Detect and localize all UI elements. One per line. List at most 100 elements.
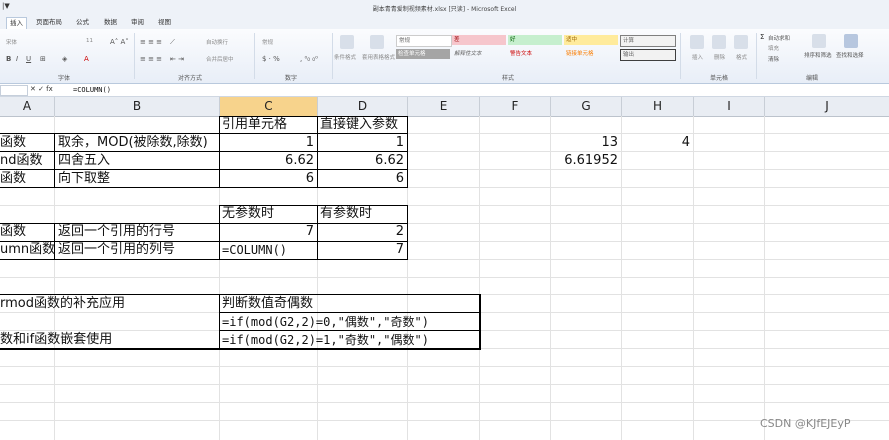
column-header-h[interactable]: H	[622, 97, 694, 117]
conditional-format-icon[interactable]	[340, 35, 354, 49]
cell-d2[interactable]: 1	[318, 134, 404, 152]
tab-data[interactable]: 数据	[104, 17, 117, 28]
style-good[interactable]: 好	[508, 35, 562, 45]
fill-button[interactable]: 填充	[768, 44, 779, 52]
wrap-text-button[interactable]: 自动换行	[206, 38, 228, 46]
cell-c4[interactable]: 6	[220, 170, 314, 188]
cell-b2[interactable]: 取余，MOD(被除数,除数)	[58, 134, 208, 152]
cell-a3[interactable]: nd函数	[0, 152, 43, 170]
column-header-f[interactable]: F	[480, 97, 551, 117]
style-explanatory[interactable]: 解释性文本	[452, 49, 506, 59]
cell-a12[interactable]: 数和if函数嵌套使用	[0, 331, 112, 349]
autosum-button[interactable]: 自动求和	[768, 34, 790, 42]
cell-c1[interactable]: 引用单元格	[222, 116, 287, 134]
cell-c3[interactable]: 6.62	[220, 152, 314, 170]
format-cells-icon[interactable]	[734, 35, 748, 49]
name-box[interactable]	[0, 85, 28, 96]
group-styles-label: 样式	[502, 75, 515, 82]
cell-c10[interactable]: 判断数值奇偶数	[222, 295, 313, 313]
border-icon[interactable]: ⊞	[40, 55, 46, 63]
cell-c11[interactable]: =if(mod(G2,2)=0,"偶数","奇数")	[222, 313, 429, 331]
style-neutral[interactable]: 适中	[564, 35, 618, 45]
italic-icon[interactable]: I	[16, 55, 18, 63]
delete-cells-icon[interactable]	[712, 35, 726, 49]
column-header-i[interactable]: I	[694, 97, 765, 117]
currency-icon[interactable]: $ · %	[262, 55, 280, 63]
cell-b3[interactable]: 四舍五入	[58, 152, 110, 170]
cell-d3[interactable]: 6.62	[318, 152, 404, 170]
grow-font-icon[interactable]: A˄ A˅	[110, 38, 129, 46]
ribbon-separator	[134, 33, 135, 79]
number-format-box[interactable]: 常规	[262, 38, 273, 46]
table-format-button[interactable]: 套用表格格式	[362, 53, 395, 61]
align-left-icon[interactable]: ≡ ≡ ≡	[140, 55, 162, 63]
cell-h2[interactable]: 4	[622, 134, 690, 152]
tab-page-layout[interactable]: 页面布局	[36, 17, 62, 28]
font-name-box[interactable]: 宋体	[6, 38, 17, 46]
cell-d7[interactable]: 2	[318, 223, 404, 241]
cell-a10[interactable]: rmod函数的补充应用	[0, 295, 125, 313]
style-warning[interactable]: 警告文本	[508, 49, 562, 59]
insert-cells-icon[interactable]	[690, 35, 704, 49]
style-check-cell[interactable]: 检查单元格	[396, 49, 450, 59]
style-normal[interactable]: 常规	[396, 35, 452, 47]
style-linked-cell[interactable]: 链接单元格	[564, 49, 618, 59]
cell-c8-editing[interactable]: =COLUMN()	[222, 241, 287, 259]
formula-bar-buttons[interactable]: ✕ ✓ fx	[30, 85, 53, 94]
table-format-icon[interactable]	[370, 35, 384, 49]
tab-view[interactable]: 视图	[158, 17, 171, 28]
indent-icon[interactable]: ⇤ ⇥	[170, 55, 184, 63]
bold-icon[interactable]: B	[6, 55, 11, 63]
cell-d1[interactable]: 直接键入参数	[320, 116, 398, 134]
format-cells-button[interactable]: 格式	[736, 53, 747, 61]
delete-cells-button[interactable]: 删除	[714, 53, 725, 61]
sort-filter-button[interactable]: 排序和筛选	[804, 51, 832, 59]
underline-icon[interactable]: U	[26, 55, 31, 63]
cell-a7[interactable]: 函数	[0, 223, 26, 241]
style-calculation[interactable]: 计算	[620, 35, 676, 47]
column-header-c[interactable]: C	[220, 97, 318, 117]
cell-d8[interactable]: 7	[318, 241, 404, 259]
column-header-g[interactable]: G	[551, 97, 622, 117]
sort-filter-icon[interactable]	[812, 34, 826, 48]
cell-b8[interactable]: 返回一个引用的列号	[58, 241, 175, 259]
cell-a8[interactable]: umn函数	[0, 241, 55, 259]
cell-c6[interactable]: 无参数时	[222, 205, 274, 223]
column-header-j[interactable]: J	[765, 97, 889, 117]
column-header-d[interactable]: D	[318, 97, 408, 117]
cell-c7[interactable]: 7	[220, 223, 314, 241]
cell-a2[interactable]: 函数	[0, 134, 26, 152]
find-select-icon[interactable]	[844, 34, 858, 48]
tab-review[interactable]: 审阅	[131, 17, 144, 28]
font-color-icon[interactable]: A	[84, 55, 89, 63]
insert-cells-button[interactable]: 插入	[692, 53, 703, 61]
align-top-icon[interactable]: ≡ ≡ ≡	[140, 38, 162, 46]
column-header-a[interactable]: A	[0, 97, 55, 117]
orientation-icon[interactable]: ⟋	[170, 38, 175, 47]
cell-b7[interactable]: 返回一个引用的行号	[58, 223, 175, 241]
merge-center-button[interactable]: 合并后居中	[206, 55, 234, 63]
cell-c12[interactable]: =if(mod(G2,2)=1,"奇数","偶数")	[222, 331, 429, 349]
cell-g2[interactable]: 13	[551, 134, 618, 152]
autosum-icon[interactable]: Σ	[760, 33, 764, 41]
cell-c2[interactable]: 1	[220, 134, 314, 152]
conditional-format-button[interactable]: 条件格式	[334, 53, 356, 61]
tab-formulas[interactable]: 公式	[76, 17, 89, 28]
cell-d6[interactable]: 有参数时	[320, 205, 372, 223]
clear-button[interactable]: 清除	[768, 55, 779, 63]
style-bad[interactable]: 差	[452, 35, 506, 45]
cell-d4[interactable]: 6	[318, 170, 404, 188]
fill-color-icon[interactable]: ◈	[62, 55, 67, 63]
style-output[interactable]: 输出	[620, 49, 676, 61]
font-size-box[interactable]: 11	[86, 38, 93, 44]
formula-input[interactable]: =COLUMN()	[73, 85, 111, 95]
column-header-b[interactable]: B	[55, 97, 220, 117]
column-header-e[interactable]: E	[408, 97, 480, 117]
cell-b4[interactable]: 向下取整	[58, 170, 110, 188]
find-select-button[interactable]: 查找和选择	[836, 51, 864, 59]
tab-insert[interactable]: 插入	[6, 17, 27, 29]
worksheet-grid[interactable]: 引用单元格 直接键入参数 函数 取余，MOD(被除数,除数) 1 1 13 4 …	[0, 116, 889, 440]
decimal-icon[interactable]: , ⁰₀ ₀⁰	[300, 55, 318, 63]
cell-a4[interactable]: 函数	[0, 170, 26, 188]
cell-g3[interactable]: 6.61952	[551, 152, 618, 170]
